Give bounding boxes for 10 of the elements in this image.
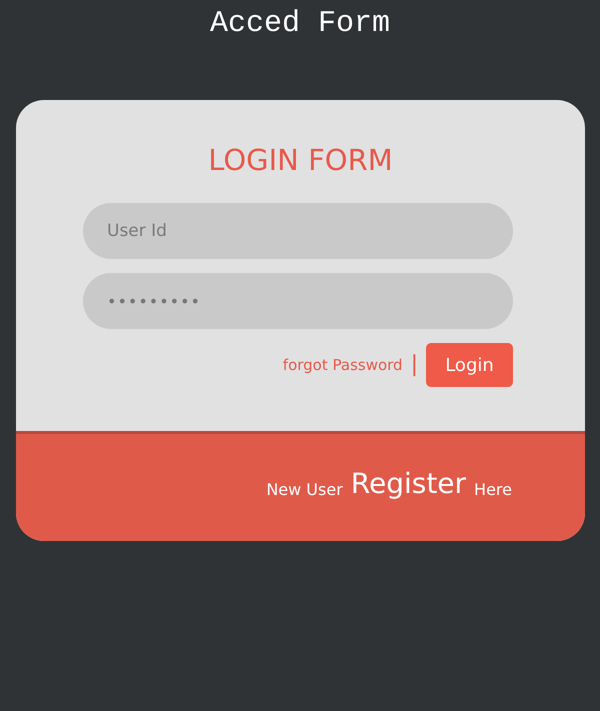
page-title: Acced Form <box>208 6 392 39</box>
separator: | <box>410 354 418 376</box>
login-button[interactable]: Login <box>426 343 513 387</box>
here-text: Here <box>474 479 512 501</box>
forgot-password-link[interactable]: forgot Password <box>282 354 403 376</box>
form-heading: LOGIN FORM <box>207 146 394 175</box>
password-field[interactable]: ••••••••• <box>83 273 513 329</box>
register-link[interactable]: Register <box>350 470 466 498</box>
user-id-field[interactable]: User Id <box>83 203 513 259</box>
new-user-text: New User <box>266 479 343 501</box>
